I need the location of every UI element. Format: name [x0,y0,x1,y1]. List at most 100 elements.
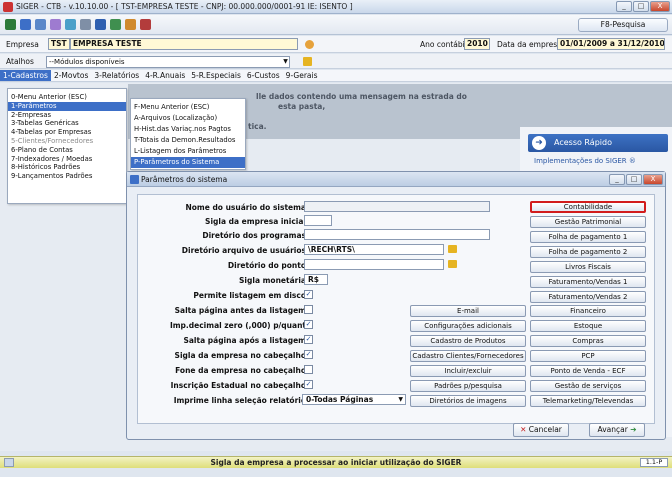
submenu-item[interactable]: H-Hist.das Variaç.nos Pagtos [131,124,245,135]
submenu-item[interactable]: A-Arquivos (Localização) [131,113,245,124]
billing-sales-2-button[interactable]: Faturamento/Vendas 2 [530,291,646,303]
quick-access-header[interactable]: ➜ Acesso Rápido [528,134,668,152]
parametros-submenu: F-Menu Anterior (ESC) A-Arquivos (Locali… [130,98,246,170]
currency-field[interactable]: R$ [304,274,328,285]
menu-item[interactable]: 0-Menu Anterior (ESC) [8,93,126,102]
service-management-button[interactable]: Gestão de serviços [530,380,646,392]
maximize-button[interactable]: □ [633,1,649,12]
exit-icon[interactable] [140,19,151,30]
menu-item-parametros[interactable]: 1-Parâmetros [8,101,126,111]
main-menu-bar: 1-Cadastros 2-Movtos 3-Relatórios 4-R.An… [0,70,672,82]
asset-management-button[interactable]: Gestão Patrimonial [530,216,646,228]
submenu-item[interactable]: F-Menu Anterior (ESC) [131,102,245,113]
menu-cadastros[interactable]: 1-Cadastros [0,70,51,81]
print-icon[interactable] [80,19,91,30]
menu-relatorios[interactable]: 3-Relatórios [91,70,142,81]
menu-movtos[interactable]: 2-Movtos [51,70,91,81]
company-phone-header-checkbox[interactable] [304,365,313,374]
next-label: Avançar [597,425,628,434]
pos-ecf-button[interactable]: Ponto de Venda - ECF [530,365,646,377]
menu-gerais[interactable]: 9-Gerais [283,70,321,81]
disk-listing-checkbox[interactable]: ✓ [304,290,313,299]
window-icon[interactable] [35,19,46,30]
f8-search-button[interactable]: F8-Pesquisa [578,18,668,32]
users-dir-field[interactable]: \RECH\RTS\ [304,244,444,255]
shortcuts-select[interactable]: --Módulos disponíveis [46,56,290,68]
products-registry-button[interactable]: Cadastro de Produtos [410,335,526,347]
implementations-link[interactable]: Implementações do SIGER ® [534,157,636,165]
chevron-down-icon[interactable]: ▼ [281,56,290,68]
print-selection-select[interactable]: 0-Todas Páginas ▼ [302,394,406,405]
menu-custos[interactable]: 6-Custos [244,70,283,81]
include-exclude-button[interactable]: Incluir/excluir [410,365,526,377]
tools-icon[interactable] [50,19,61,30]
dialog-maximize-button[interactable]: □ [626,174,642,185]
search-defaults-button[interactable]: Padrões p/pesquisa [410,380,526,392]
cancel-button[interactable]: ✕ Cancelar [513,423,569,437]
back-icon[interactable] [5,19,16,30]
programs-dir-field[interactable] [304,229,490,240]
quick-access-title: Acesso Rápido [554,138,612,147]
eye-icon[interactable] [95,19,106,30]
skip-page-before-checkbox[interactable] [304,305,313,314]
mail-icon[interactable] [65,19,76,30]
dialog-title: Parâmetros do sistema [141,175,228,184]
dialog-close-button[interactable]: X [643,174,663,185]
submenu-item[interactable]: T-Totais da Demon.Resultados [131,135,245,146]
fiscal-year-field[interactable]: 2010 [464,38,490,50]
inventory-button[interactable]: Estoque [530,320,646,332]
state-registration-header-checkbox[interactable]: ✓ [304,380,313,389]
company-date-field[interactable]: 01/01/2009 a 31/12/2010 [557,38,665,50]
tax-books-button[interactable]: Livros Fiscais [530,261,646,273]
menu-item[interactable]: 3-Tabelas Genéricas [8,119,126,128]
menu-item[interactable]: 7-Indexadores / Moedas [8,155,126,164]
menu-r-anuais[interactable]: 4-R.Anuais [142,70,188,81]
company-label: Empresa [6,40,39,49]
user-name-field[interactable] [304,201,490,212]
menu-item[interactable]: 6-Plano de Contas [8,146,126,155]
skip-page-after-checkbox[interactable]: ✓ [304,335,313,344]
accounting-button[interactable]: Contabilidade [530,201,646,213]
company-name-field[interactable]: EMPRESA TESTE [70,38,298,50]
telemarketing-button[interactable]: Telemarketing/Televendas [530,395,646,407]
globe-icon[interactable] [110,19,121,30]
save-icon[interactable] [20,19,31,30]
menu-item[interactable]: 5-Clientes/Fornecedores [8,137,126,146]
calculator-icon[interactable] [125,19,136,30]
decimal-zero-checkbox[interactable]: ✓ [304,320,313,329]
billing-sales-1-button[interactable]: Faturamento/Vendas 1 [530,276,646,288]
payroll-2-button[interactable]: Folha de pagamento 2 [530,246,646,258]
email-button[interactable]: E-mail [410,305,526,317]
arrow-right-icon: ➔ [630,425,637,434]
refresh-icon[interactable] [305,40,314,49]
menu-r-especiais[interactable]: 5-R.Especiais [188,70,244,81]
menu-item[interactable]: 2-Empresas [8,111,126,120]
status-message: Sigla da empresa a processar ao iniciar … [210,458,462,467]
pencil-icon[interactable] [303,57,312,66]
close-button[interactable]: X [650,1,670,12]
initial-company-field[interactable] [304,215,332,226]
company-code-field[interactable]: TST [48,38,70,50]
purchases-button[interactable]: Compras [530,335,646,347]
folder-icon[interactable] [448,245,457,253]
additional-settings-button[interactable]: Configurações adicionais [410,320,526,332]
check-label: Sigla da empresa no cabeçalho [174,351,306,360]
company-acronym-header-checkbox[interactable]: ✓ [304,350,313,359]
dialog-minimize-button[interactable]: _ [609,174,625,185]
submenu-item-parametros-sistema[interactable]: P-Parâmetros do Sistema [131,157,245,168]
next-button[interactable]: Avançar ➔ [589,423,645,437]
menu-item[interactable]: 4-Tabelas por Empresas [8,128,126,137]
menu-item[interactable]: 9-Lançamentos Padrões [8,172,126,181]
menu-item[interactable]: 8-Históricos Padrões [8,163,126,172]
image-directories-button[interactable]: Diretórios de imagens [410,395,526,407]
title-bar: SIGER - CTB - v.10.10.00 - [ TST-EMPRESA… [0,0,672,14]
folder-icon[interactable] [448,260,457,268]
check-label: Permite listagem em disco [193,291,306,300]
payroll-1-button[interactable]: Folha de pagamento 1 [530,231,646,243]
submenu-item[interactable]: L-Listagem dos Parâmetros [131,146,245,157]
minimize-button[interactable]: _ [616,1,632,12]
pcp-button[interactable]: PCP [530,350,646,362]
clients-suppliers-button[interactable]: Cadastro Clientes/Fornecedores [410,350,526,362]
time-clock-dir-field[interactable] [304,259,444,270]
financial-button[interactable]: Financeiro [530,305,646,317]
